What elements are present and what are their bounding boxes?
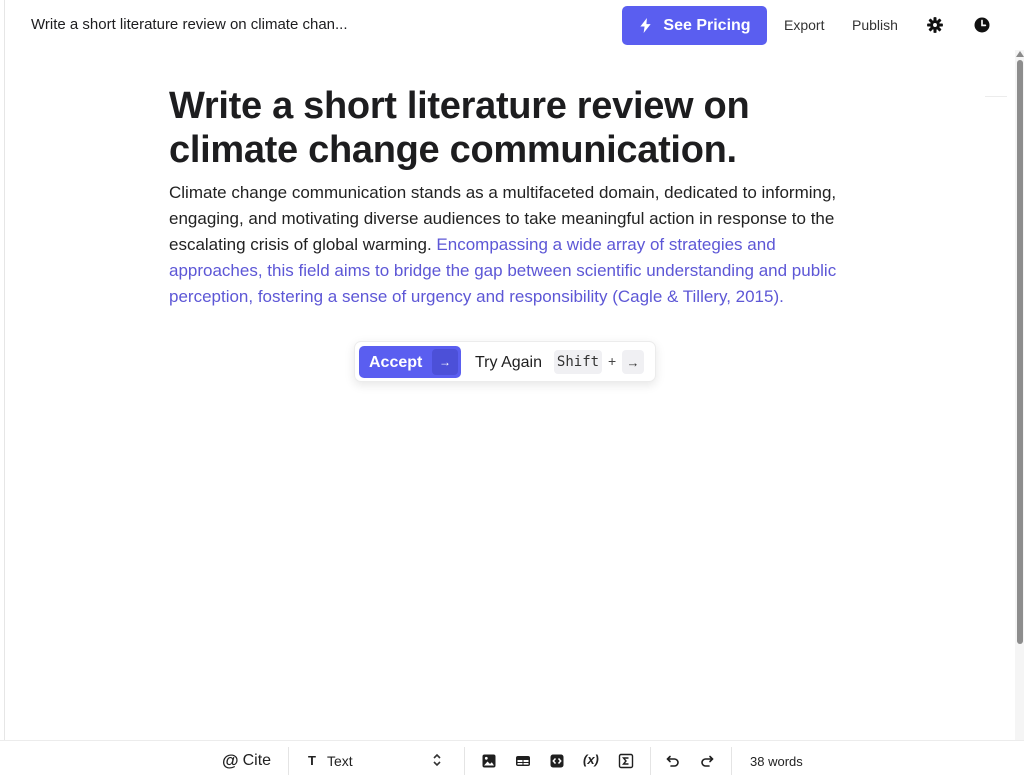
document-paragraph[interactable]: Climate change communication stands as a… (169, 180, 859, 310)
shift-key-hint: Shift (554, 350, 602, 374)
undo-icon[interactable] (665, 753, 681, 769)
cite-button[interactable]: @ Cite (222, 751, 271, 771)
export-button[interactable]: Export (784, 17, 824, 33)
gear-icon[interactable] (926, 16, 944, 34)
table-icon[interactable] (515, 753, 531, 769)
toolbar-divider (288, 747, 289, 775)
code-block-icon[interactable] (549, 753, 565, 769)
lightning-icon (640, 18, 652, 33)
redo-icon[interactable] (699, 753, 715, 769)
word-count: 38 words (750, 754, 803, 769)
document-title[interactable]: Write a short literature review on clima… (31, 16, 348, 33)
scroll-up-arrow-icon[interactable] (1016, 51, 1024, 57)
at-sign-icon: @ (222, 751, 239, 770)
suggestion-popup: Accept → Try Again Shift + → (354, 341, 656, 382)
toolbar-divider (731, 747, 732, 775)
chevron-updown-icon (433, 753, 441, 767)
accept-button[interactable]: Accept → (359, 346, 461, 378)
scroll-position-marker (985, 96, 1007, 97)
cite-label: Cite (242, 752, 272, 769)
scrollbar-thumb[interactable] (1017, 60, 1023, 644)
arrow-key-hint: → (622, 350, 644, 374)
top-bar: Write a short literature review on clima… (0, 0, 1024, 50)
publish-button[interactable]: Publish (852, 17, 898, 33)
clock-icon[interactable] (973, 16, 991, 34)
accept-label: Accept (369, 354, 423, 371)
toolbar-divider (464, 747, 465, 775)
see-pricing-button[interactable]: See Pricing (622, 6, 767, 45)
try-again-button[interactable]: Try Again (475, 354, 542, 372)
plus-sign: + (608, 353, 617, 369)
editor-left-border (4, 0, 5, 778)
bottom-toolbar: @ Cite T Text (x) 38 words (0, 740, 1024, 778)
arrow-right-icon: → (432, 349, 458, 375)
image-icon[interactable] (481, 753, 497, 769)
text-style-icon: T (308, 753, 316, 768)
text-style-label: Text (327, 753, 353, 769)
sum-icon[interactable] (618, 753, 634, 769)
see-pricing-label: See Pricing (663, 16, 751, 34)
text-style-select[interactable]: T Text (308, 752, 448, 772)
toolbar-divider (650, 747, 651, 775)
document-heading[interactable]: Write a short literature review on clima… (169, 84, 829, 172)
variable-icon[interactable]: (x) (583, 752, 599, 767)
